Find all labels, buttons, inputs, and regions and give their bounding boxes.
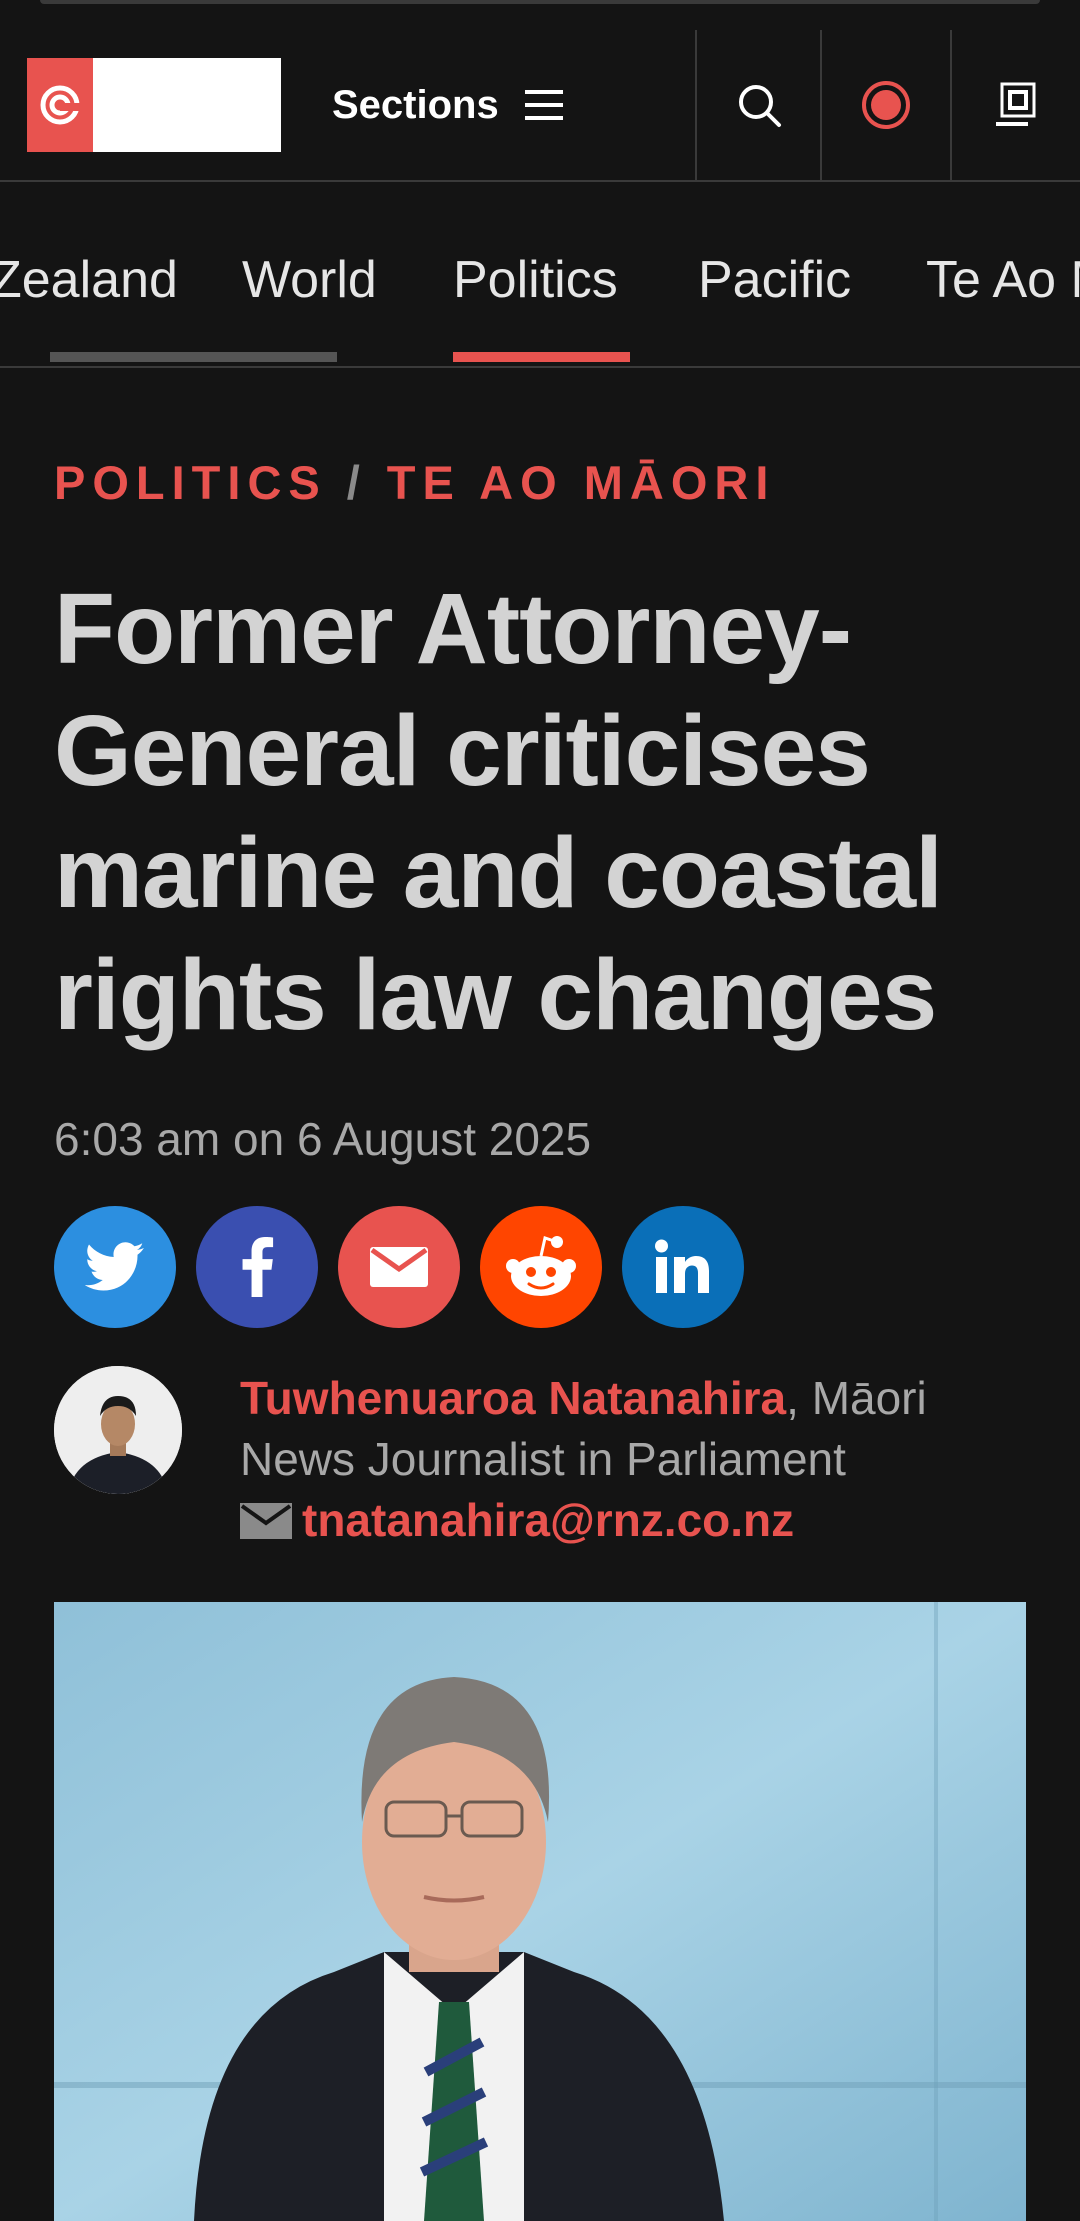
tab-world[interactable]: World <box>242 250 377 310</box>
breadcrumb-separator: / <box>346 456 367 509</box>
logo-mark-icon <box>27 58 93 152</box>
tab-te-ao-maori[interactable]: Te Ao M <box>926 250 1080 310</box>
site-header: Sections <box>0 30 1080 182</box>
publish-date: 6:03 am on 6 August 2025 <box>54 1113 592 1165</box>
breadcrumb: POLITICS / TE AO MĀORI <box>54 455 775 510</box>
share-reddit-button[interactable] <box>480 1206 602 1328</box>
live-record-icon <box>862 81 910 129</box>
share-twitter-button[interactable] <box>54 1206 176 1328</box>
author-email-link[interactable]: tnatanahira@rnz.co.nz <box>302 1494 794 1546</box>
sections-menu-button[interactable]: Sections <box>332 76 563 134</box>
share-linkedin-button[interactable] <box>622 1206 744 1328</box>
tabs-scroll-indicator <box>50 352 337 362</box>
search-button[interactable] <box>697 30 820 180</box>
linkedin-icon <box>655 1239 709 1293</box>
tab-politics[interactable]: Politics <box>453 250 618 310</box>
author-avatar[interactable] <box>54 1366 182 1494</box>
category-te-ao-maori-link[interactable]: TE AO MĀORI <box>387 456 776 509</box>
hamburger-icon <box>524 90 563 120</box>
envelope-icon <box>240 1493 292 1554</box>
article-headline: Former Attorney-General criticises marin… <box>54 573 943 1051</box>
facebook-icon <box>242 1237 274 1297</box>
section-tabs: Zealand World Politics Pacific Te Ao M <box>0 180 1080 368</box>
tab-new-zealand[interactable]: Zealand <box>0 250 178 310</box>
tab-pacific[interactable]: Pacific <box>698 250 851 310</box>
top-edge <box>40 0 1040 4</box>
player-button[interactable] <box>952 30 1080 180</box>
twitter-icon <box>85 1242 144 1291</box>
sections-label: Sections <box>332 82 499 127</box>
live-radio-button[interactable] <box>822 30 950 180</box>
category-politics-link[interactable]: POLITICS <box>54 456 327 509</box>
author-name-link[interactable]: Tuwhenuaroa Natanahira <box>240 1372 786 1424</box>
media-player-icon <box>996 82 1036 126</box>
email-icon <box>370 1247 428 1287</box>
logo-wordmark <box>93 58 281 152</box>
rnz-logo[interactable] <box>27 58 281 152</box>
share-bar <box>54 1206 744 1328</box>
active-tab-indicator <box>453 352 630 362</box>
search-icon <box>738 85 781 127</box>
author-byline: Tuwhenuaroa Natanahira, Māori News Journ… <box>240 1368 1040 1554</box>
share-facebook-button[interactable] <box>196 1206 318 1328</box>
reddit-icon <box>506 1236 576 1296</box>
share-email-button[interactable] <box>338 1206 460 1328</box>
article-hero-image <box>54 1602 1026 2221</box>
